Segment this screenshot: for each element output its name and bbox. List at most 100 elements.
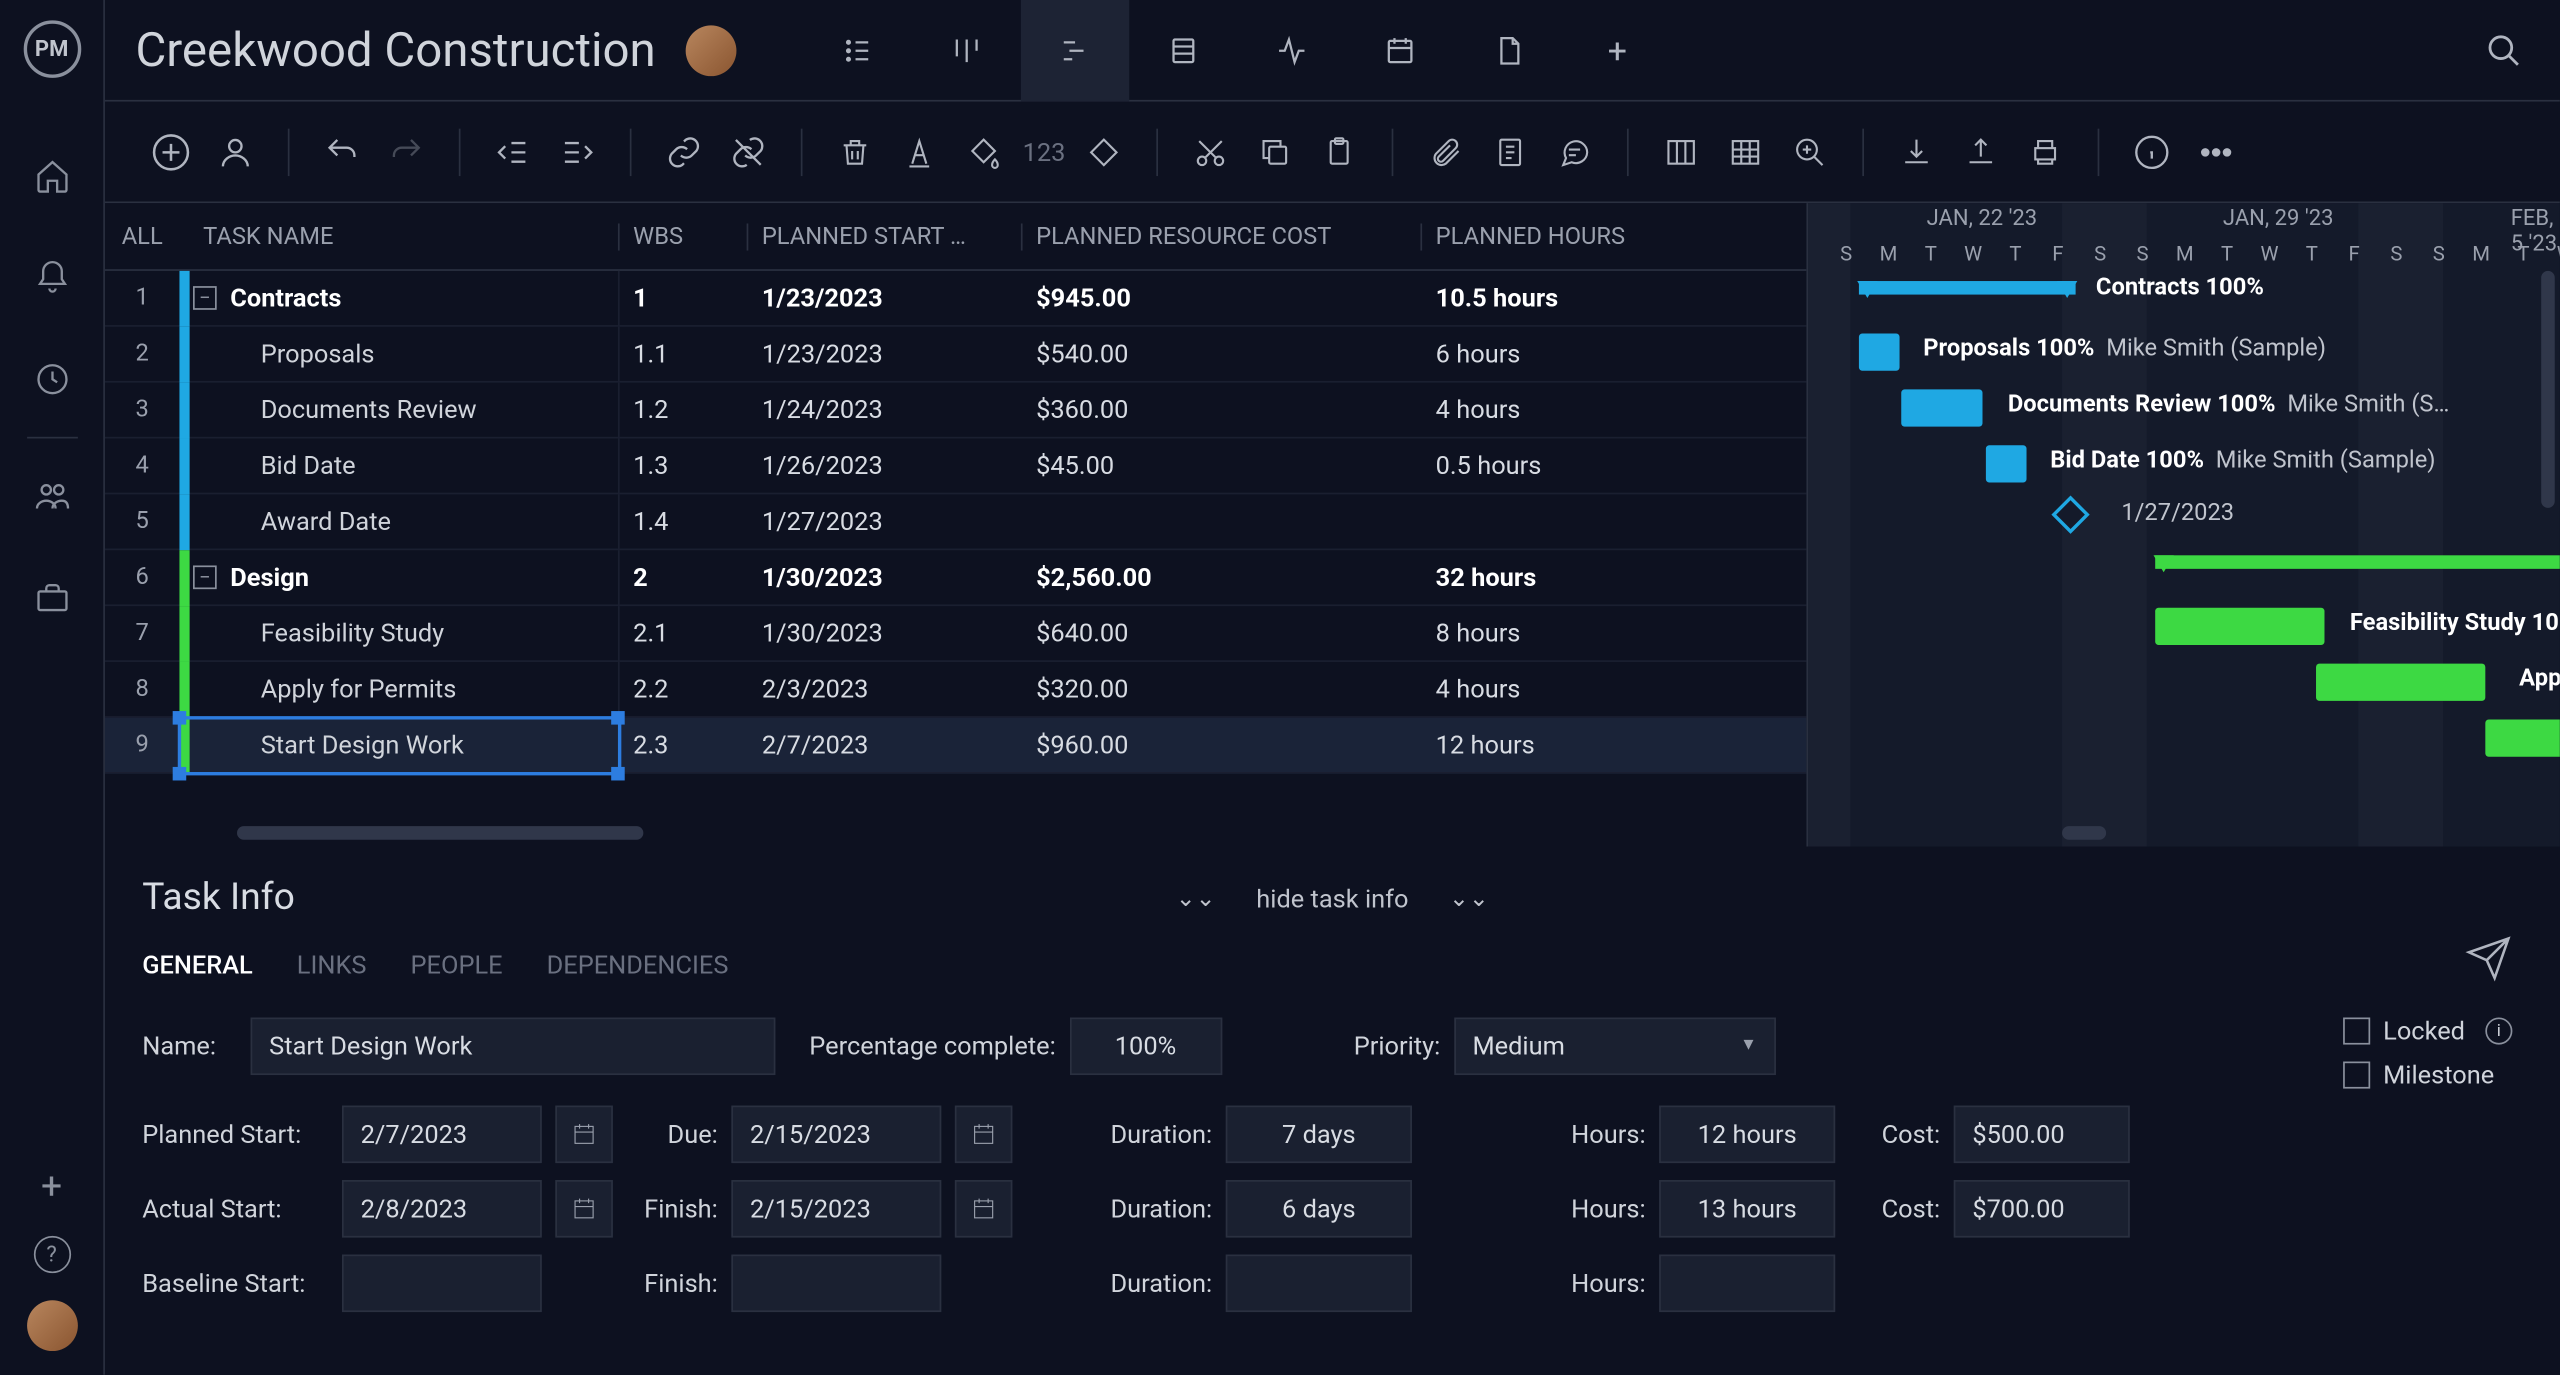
view-activity-icon[interactable]: [1238, 0, 1346, 101]
gantt-chart[interactable]: JAN, 22 '23 JAN, 29 '23 FEB, 5 '23 SMTWT…: [1806, 203, 2559, 846]
gantt-bar-contracts[interactable]: [1859, 281, 2076, 295]
send-icon[interactable]: [2465, 935, 2512, 989]
user-avatar[interactable]: [26, 1300, 77, 1351]
search-icon[interactable]: [2485, 31, 2522, 68]
table-row[interactable]: 2Proposals1.11/23/2023$540.006 hours: [105, 327, 1806, 383]
baseline-start-field[interactable]: [342, 1255, 542, 1313]
import-icon[interactable]: [1888, 123, 1946, 181]
view-list-icon[interactable]: [805, 0, 913, 101]
attach-icon[interactable]: [1418, 123, 1476, 181]
clock-icon[interactable]: [31, 359, 72, 400]
home-icon[interactable]: [31, 156, 72, 197]
cut-icon[interactable]: [1182, 123, 1240, 181]
col-cost[interactable]: PLANNED RESOURCE COST: [1023, 223, 1423, 250]
planned-duration-field[interactable]: 7 days: [1226, 1106, 1412, 1164]
assign-icon[interactable]: [207, 123, 265, 181]
calendar-icon[interactable]: [555, 1180, 613, 1238]
col-name[interactable]: TASK NAME: [179, 223, 619, 250]
collapse-icon[interactable]: −: [193, 565, 217, 589]
tab-links[interactable]: LINKS: [297, 950, 367, 980]
table-row[interactable]: 9Start Design Work2.32/7/2023$960.0012 h…: [105, 718, 1806, 774]
info-icon[interactable]: [2124, 123, 2182, 181]
comment-icon[interactable]: [1546, 123, 1604, 181]
baseline-hours-field[interactable]: [1659, 1255, 1835, 1313]
priority-select[interactable]: Medium: [1454, 1017, 1776, 1075]
collapse-icon[interactable]: −: [193, 286, 217, 310]
baseline-finish-field[interactable]: [731, 1255, 941, 1313]
chevron-down-icon[interactable]: ⌄⌄: [1449, 885, 1489, 912]
planned-hours-field[interactable]: 12 hours: [1659, 1106, 1835, 1164]
actual-finish-field[interactable]: 2/15/2023: [731, 1180, 941, 1238]
actual-hours-field[interactable]: 13 hours: [1659, 1180, 1835, 1238]
tab-dependencies[interactable]: DEPENDENCIES: [547, 950, 729, 980]
actual-cost-field[interactable]: $700.00: [1954, 1180, 2130, 1238]
col-all[interactable]: ALL: [105, 223, 179, 250]
actual-start-field[interactable]: 2/8/2023: [342, 1180, 542, 1238]
view-sheet-icon[interactable]: [1130, 0, 1238, 101]
help-icon[interactable]: ?: [33, 1236, 70, 1273]
chevron-down-icon[interactable]: ⌄⌄: [1176, 885, 1216, 912]
delete-icon[interactable]: [826, 123, 884, 181]
grid-scrollbar[interactable]: [237, 826, 643, 840]
name-field[interactable]: Start Design Work: [251, 1017, 776, 1075]
link-icon[interactable]: [655, 123, 713, 181]
gantt-bar-docs[interactable]: [1901, 389, 1982, 426]
add-task-icon[interactable]: [142, 123, 200, 181]
gantt-vscroll[interactable]: [2541, 271, 2555, 508]
col-hours[interactable]: PLANNED HOURS: [1422, 223, 1693, 250]
print-icon[interactable]: [2017, 123, 2075, 181]
unlink-icon[interactable]: [720, 123, 778, 181]
text-color-icon[interactable]: [891, 123, 949, 181]
actual-duration-field[interactable]: 6 days: [1226, 1180, 1412, 1238]
paste-icon[interactable]: [1311, 123, 1369, 181]
table-row[interactable]: 5Award Date1.41/27/2023: [105, 494, 1806, 550]
zoom-icon[interactable]: [1782, 123, 1840, 181]
col-start[interactable]: PLANNED START …: [748, 223, 1022, 250]
calendar-icon[interactable]: [955, 1106, 1013, 1164]
fill-color-icon[interactable]: [955, 123, 1013, 181]
bell-icon[interactable]: [31, 257, 72, 298]
tab-general[interactable]: GENERAL: [142, 950, 253, 980]
copy-icon[interactable]: [1247, 123, 1305, 181]
app-logo[interactable]: PM: [23, 20, 81, 78]
milestone-checkbox[interactable]: [2343, 1062, 2370, 1089]
calendar-icon[interactable]: [555, 1106, 613, 1164]
table-row[interactable]: 3Documents Review1.21/24/2023$360.004 ho…: [105, 383, 1806, 439]
undo-icon[interactable]: [313, 123, 371, 181]
briefcase-icon[interactable]: [31, 577, 72, 618]
table-row[interactable]: 8Apply for Permits2.22/3/2023$320.004 ho…: [105, 662, 1806, 718]
gantt-bar-feas[interactable]: [2155, 608, 2324, 645]
view-calendar-icon[interactable]: [1346, 0, 1454, 101]
due-field[interactable]: 2/15/2023: [731, 1106, 941, 1164]
gantt-bar-proposals[interactable]: [1859, 334, 1900, 371]
export-icon[interactable]: [1953, 123, 2011, 181]
milestone-icon[interactable]: [1076, 123, 1134, 181]
gantt-bar-start-design[interactable]: [2485, 720, 2559, 757]
baseline-duration-field[interactable]: [1226, 1255, 1412, 1313]
add-view-icon[interactable]: +: [1563, 0, 1671, 101]
grid-icon[interactable]: [1717, 123, 1775, 181]
hide-task-info[interactable]: hide task info: [1256, 883, 1408, 913]
col-wbs[interactable]: WBS: [620, 223, 749, 250]
redo-icon[interactable]: [378, 123, 436, 181]
planned-cost-field[interactable]: $500.00: [1954, 1106, 2130, 1164]
gantt-hscroll[interactable]: [2062, 826, 2106, 840]
planned-start-field[interactable]: 2/7/2023: [342, 1106, 542, 1164]
view-file-icon[interactable]: [1455, 0, 1563, 101]
more-icon[interactable]: [2188, 123, 2246, 181]
calendar-icon[interactable]: [955, 1180, 1013, 1238]
columns-icon[interactable]: [1653, 123, 1711, 181]
pct-field[interactable]: 100%: [1069, 1017, 1221, 1075]
view-board-icon[interactable]: [913, 0, 1021, 101]
add-icon[interactable]: +: [41, 1166, 62, 1208]
project-avatar[interactable]: [686, 25, 737, 76]
table-row[interactable]: 1−Contracts11/23/2023$945.0010.5 hours: [105, 271, 1806, 327]
table-row[interactable]: 4Bid Date1.31/26/2023$45.000.5 hours: [105, 438, 1806, 494]
team-icon[interactable]: [31, 476, 72, 517]
table-row[interactable]: 6−Design21/30/2023$2,560.0032 hours: [105, 550, 1806, 606]
view-gantt-icon[interactable]: [1021, 0, 1129, 101]
indent-icon[interactable]: [549, 123, 607, 181]
gantt-bar-bid[interactable]: [1986, 445, 2027, 482]
notes-icon[interactable]: [1482, 123, 1540, 181]
outdent-icon[interactable]: [484, 123, 542, 181]
